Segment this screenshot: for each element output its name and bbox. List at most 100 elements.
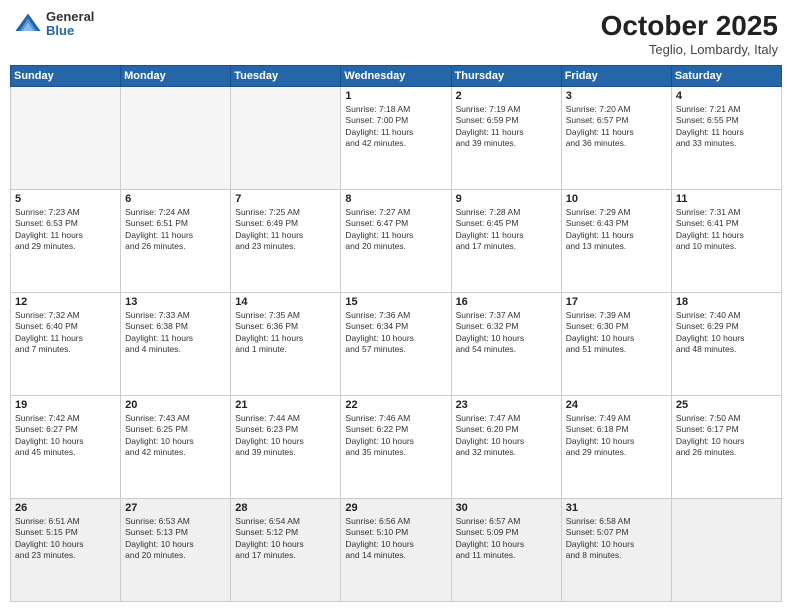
calendar-cell: 17 Sunrise: 7:39 AM Sunset: 6:30 PM Dayli… [561,293,671,396]
calendar-cell: 2 Sunrise: 7:19 AM Sunset: 6:59 PM Daylig… [451,87,561,190]
page-container: General Blue October 2025 Teglio, Lombar… [0,0,792,612]
calendar-cell: 30Sunrise: 6:57 AM Sunset: 5:09 PM Dayli… [451,499,561,602]
day-number: 15 [345,296,446,308]
cell-details: Sunrise: 6:53 AM Sunset: 5:13 PM Dayligh… [125,516,226,562]
calendar-cell: 7Sunrise: 7:25 AM Sunset: 6:49 PM Daylig… [231,190,341,293]
cell-details: Sunrise: 7:42 AM Sunset: 6:27 PM Dayligh… [15,413,116,459]
day-number: 11 [676,193,777,205]
calendar-cell: 21 Sunrise: 7:44 AM Sunset: 6:23 PM Dayli… [231,396,341,499]
cell-details: Sunrise: 7:44 AM Sunset: 6:23 PM Dayligh… [235,413,336,459]
calendar-cell: 27 Sunrise: 6:53 AM Sunset: 5:13 PM Dayli… [121,499,231,602]
calendar-cell: 23 Sunrise: 7:47 AM Sunset: 6:20 PM Dayli… [451,396,561,499]
calendar-cell: 10 Sunrise: 7:29 AM Sunset: 6:43 PM Dayli… [561,190,671,293]
calendar-cell: 31 Sunrise: 6:58 AM Sunset: 5:07 PM Dayli… [561,499,671,602]
weekday-header: Thursday [451,66,561,87]
calendar-cell [121,87,231,190]
calendar-week-row: 1 Sunrise: 7:18 AM Sunset: 7:00 PM Daylig… [11,87,782,190]
calendar-cell: 4 Sunrise: 7:21 AM Sunset: 6:55 PM Daylig… [671,87,781,190]
logo-general-text: General [46,10,94,24]
day-number: 10 [566,193,667,205]
calendar-week-row: 5 Sunrise: 7:23 AM Sunset: 6:53 PM Daylig… [11,190,782,293]
calendar-cell: 28 Sunrise: 6:54 AM Sunset: 5:12 PM Dayli… [231,499,341,602]
cell-details: Sunrise: 7:43 AM Sunset: 6:25 PM Dayligh… [125,413,226,459]
cell-details: Sunrise: 7:46 AM Sunset: 6:22 PM Dayligh… [345,413,446,459]
calendar-cell: 11 Sunrise: 7:31 AM Sunset: 6:41 PM Dayli… [671,190,781,293]
calendar-cell: 19 Sunrise: 7:42 AM Sunset: 6:27 PM Dayli… [11,396,121,499]
cell-details: Sunrise: 7:47 AM Sunset: 6:20 PM Dayligh… [456,413,557,459]
day-number: 5 [15,193,116,205]
weekday-header: Sunday [11,66,121,87]
calendar-cell: 12Sunrise: 7:32 AM Sunset: 6:40 PM Dayli… [11,293,121,396]
cell-details: Sunrise: 7:32 AM Sunset: 6:40 PM Dayligh… [15,310,116,356]
calendar-cell: 29 Sunrise: 6:56 AM Sunset: 5:10 PM Dayli… [341,499,451,602]
calendar-cell: 20 Sunrise: 7:43 AM Sunset: 6:25 PM Dayli… [121,396,231,499]
weekday-header: Friday [561,66,671,87]
calendar-cell: 16 Sunrise: 7:37 AM Sunset: 6:32 PM Dayli… [451,293,561,396]
cell-details: Sunrise: 7:19 AM Sunset: 6:59 PM Dayligh… [456,104,557,150]
cell-details: Sunrise: 7:23 AM Sunset: 6:53 PM Dayligh… [15,207,116,253]
cell-details: Sunrise: 7:21 AM Sunset: 6:55 PM Dayligh… [676,104,777,150]
day-number: 8 [345,193,446,205]
cell-details: Sunrise: 6:57 AM Sunset: 5:09 PM Dayligh… [456,516,557,562]
cell-details: Sunrise: 6:56 AM Sunset: 5:10 PM Dayligh… [345,516,446,562]
day-number: 4 [676,90,777,102]
cell-details: Sunrise: 7:28 AM Sunset: 6:45 PM Dayligh… [456,207,557,253]
calendar-cell: 26Sunrise: 6:51 AM Sunset: 5:15 PM Dayli… [11,499,121,602]
cell-details: Sunrise: 7:35 AM Sunset: 6:36 PM Dayligh… [235,310,336,356]
cell-details: Sunrise: 7:27 AM Sunset: 6:47 PM Dayligh… [345,207,446,253]
weekday-header: Monday [121,66,231,87]
weekday-header: Saturday [671,66,781,87]
day-number: 29 [345,502,446,514]
day-number: 3 [566,90,667,102]
calendar-week-row: 19 Sunrise: 7:42 AM Sunset: 6:27 PM Dayli… [11,396,782,499]
weekday-header: Tuesday [231,66,341,87]
day-number: 24 [566,399,667,411]
logo-text: General Blue [46,10,94,39]
cell-details: Sunrise: 7:29 AM Sunset: 6:43 PM Dayligh… [566,207,667,253]
day-number: 25 [676,399,777,411]
cell-details: Sunrise: 7:50 AM Sunset: 6:17 PM Dayligh… [676,413,777,459]
cell-details: Sunrise: 7:18 AM Sunset: 7:00 PM Dayligh… [345,104,446,150]
cell-details: Sunrise: 7:20 AM Sunset: 6:57 PM Dayligh… [566,104,667,150]
day-number: 1 [345,90,446,102]
day-number: 20 [125,399,226,411]
weekday-header-row: SundayMondayTuesdayWednesdayThursdayFrid… [11,66,782,87]
calendar-cell [231,87,341,190]
day-number: 21 [235,399,336,411]
day-number: 18 [676,296,777,308]
calendar-cell: 5 Sunrise: 7:23 AM Sunset: 6:53 PM Daylig… [11,190,121,293]
calendar-cell: 18 Sunrise: 7:40 AM Sunset: 6:29 PM Dayli… [671,293,781,396]
day-number: 28 [235,502,336,514]
calendar-cell: 8 Sunrise: 7:27 AM Sunset: 6:47 PM Daylig… [341,190,451,293]
day-number: 17 [566,296,667,308]
calendar-cell: 22Sunrise: 7:46 AM Sunset: 6:22 PM Dayli… [341,396,451,499]
cell-details: Sunrise: 7:36 AM Sunset: 6:34 PM Dayligh… [345,310,446,356]
weekday-header: Wednesday [341,66,451,87]
cell-details: Sunrise: 6:58 AM Sunset: 5:07 PM Dayligh… [566,516,667,562]
day-number: 27 [125,502,226,514]
cell-details: Sunrise: 7:33 AM Sunset: 6:38 PM Dayligh… [125,310,226,356]
calendar-cell [671,499,781,602]
cell-details: Sunrise: 7:37 AM Sunset: 6:32 PM Dayligh… [456,310,557,356]
cell-details: Sunrise: 7:24 AM Sunset: 6:51 PM Dayligh… [125,207,226,253]
cell-details: Sunrise: 7:39 AM Sunset: 6:30 PM Dayligh… [566,310,667,356]
calendar-week-row: 26Sunrise: 6:51 AM Sunset: 5:15 PM Dayli… [11,499,782,602]
cell-details: Sunrise: 7:31 AM Sunset: 6:41 PM Dayligh… [676,207,777,253]
day-number: 31 [566,502,667,514]
day-number: 19 [15,399,116,411]
day-number: 16 [456,296,557,308]
month-title: October 2025 [601,10,778,42]
cell-details: Sunrise: 7:40 AM Sunset: 6:29 PM Dayligh… [676,310,777,356]
logo-blue-text: Blue [46,24,94,38]
day-number: 6 [125,193,226,205]
cell-details: Sunrise: 6:54 AM Sunset: 5:12 PM Dayligh… [235,516,336,562]
calendar-cell: 9Sunrise: 7:28 AM Sunset: 6:45 PM Daylig… [451,190,561,293]
calendar-cell [11,87,121,190]
day-number: 7 [235,193,336,205]
day-number: 2 [456,90,557,102]
day-number: 26 [15,502,116,514]
calendar-cell: 6 Sunrise: 7:24 AM Sunset: 6:51 PM Daylig… [121,190,231,293]
day-number: 23 [456,399,557,411]
page-header: General Blue October 2025 Teglio, Lombar… [10,10,782,57]
calendar-cell: 15 Sunrise: 7:36 AM Sunset: 6:34 PM Dayli… [341,293,451,396]
